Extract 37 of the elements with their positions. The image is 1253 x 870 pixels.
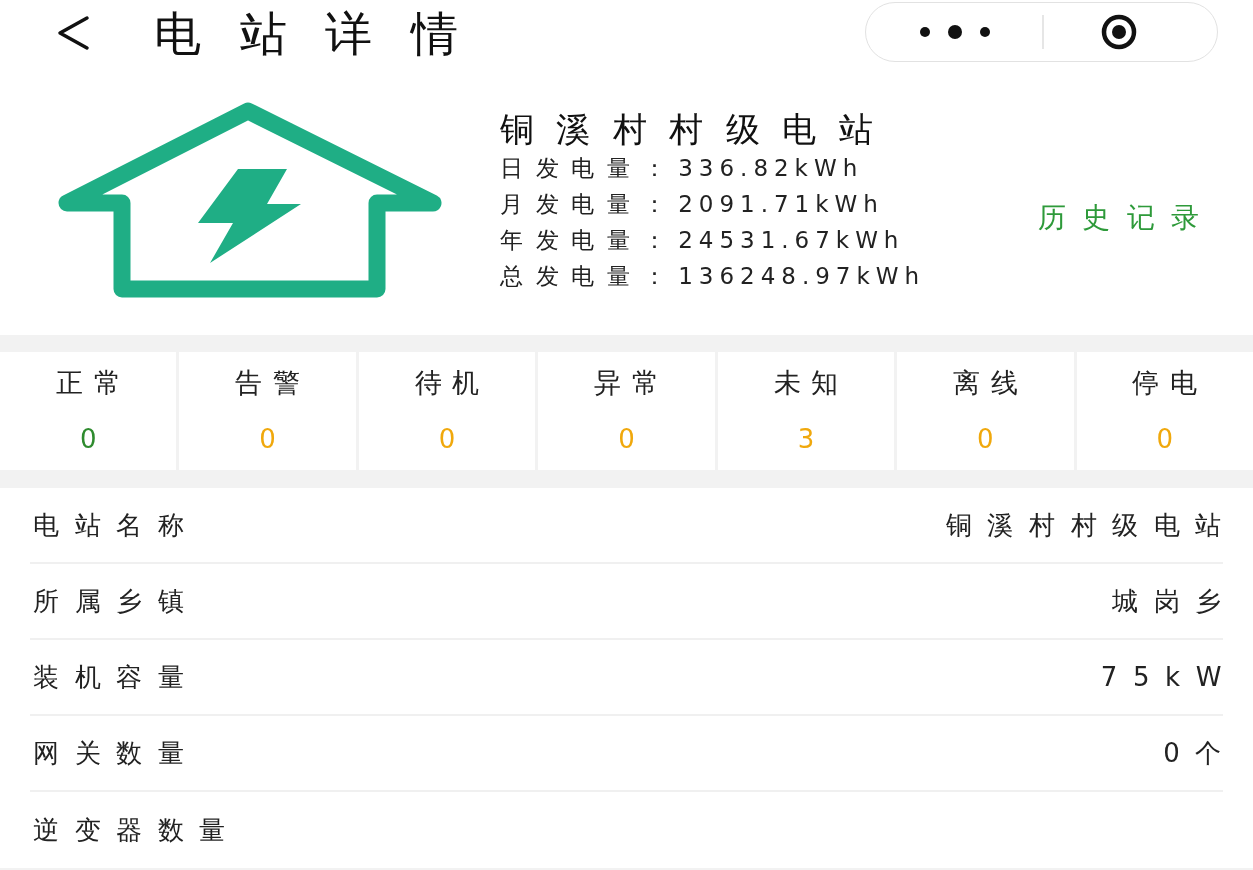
stat-label: 总发电量： (500, 262, 679, 292)
page-title: 电站详情 (154, 9, 497, 57)
status-label: 异常 (593, 366, 670, 400)
status-count: 0 (618, 424, 635, 454)
stat-value: 136248.97kWh (678, 262, 926, 292)
more-dots-icon[interactable] (919, 25, 991, 39)
status-count: 0 (438, 424, 456, 454)
status-label: 停电 (1131, 366, 1208, 400)
status-label: 离线 (951, 366, 1029, 400)
back-chevron-icon[interactable] (56, 15, 90, 51)
history-link[interactable]: 历史记录 (1038, 196, 1215, 239)
stat-value: 336.82kWh (678, 154, 864, 184)
detail-label: 逆变器数量 (32, 813, 241, 847)
stat-label: 年发电量： (500, 226, 679, 256)
detail-label: 网关数量 (32, 736, 200, 770)
detail-value: 城岗乡 (1112, 584, 1237, 618)
status-label: 未知 (772, 366, 850, 400)
station-name: 铜溪村村级电站 (500, 107, 897, 151)
target-circle-icon[interactable] (1101, 14, 1137, 50)
detail-label: 所属乡镇 (32, 584, 200, 618)
detail-label: 电站名称 (32, 508, 200, 542)
detail-label: 装机容量 (32, 660, 200, 694)
status-count: 0 (259, 424, 276, 454)
status-label: 待机 (413, 366, 491, 400)
stat-label: 月发电量： (500, 190, 679, 220)
status-count: 3 (797, 424, 815, 454)
stat-value: 2091.71kWh (678, 190, 884, 220)
status-count: 0 (1156, 424, 1174, 454)
detail-value: 0个 (1163, 736, 1237, 770)
stat-label: 日发电量： (500, 154, 679, 184)
status-count: 0 (79, 424, 97, 454)
detail-value: 铜溪村村级电站 (945, 508, 1237, 542)
stat-value: 24531.67kWh (678, 226, 905, 256)
status-label: 正常 (54, 366, 132, 400)
detail-value: 75kW (1100, 660, 1237, 694)
status-label: 告警 (234, 366, 311, 400)
status-count: 0 (977, 424, 994, 454)
